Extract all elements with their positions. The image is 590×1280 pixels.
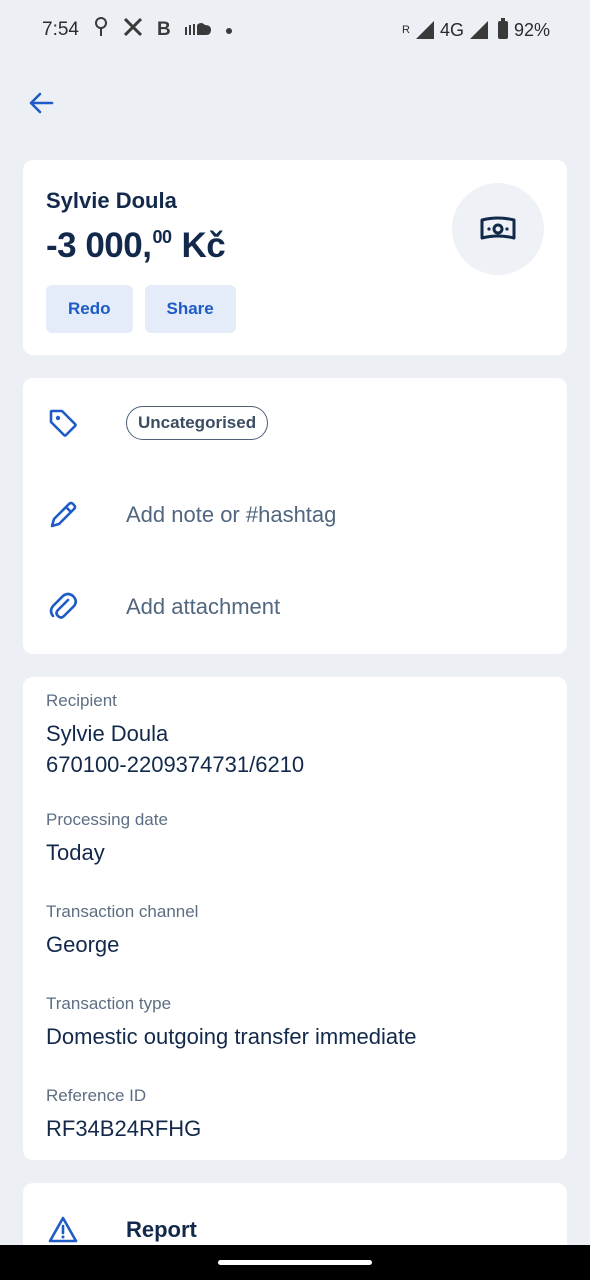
detail-label: Recipient <box>46 691 117 710</box>
transaction-details-card: Recipient Sylvie Doula 670100-2209374731… <box>23 677 567 1160</box>
note-placeholder[interactable]: Add note or #hashtag <box>126 502 336 528</box>
detail-value: George <box>46 932 120 957</box>
back-button[interactable] <box>26 88 56 118</box>
b-icon: B <box>156 19 171 40</box>
recipient-account: 670100-2209374731/6210 <box>46 752 305 777</box>
network-type: 4G <box>439 19 464 40</box>
transaction-type-avatar <box>452 183 544 275</box>
signal-icon <box>415 21 434 39</box>
attachment-label[interactable]: Add attachment <box>126 594 280 620</box>
detail-value: Domestic outgoing transfer immediate <box>46 1024 417 1049</box>
warning-icon <box>46 1213 80 1247</box>
recipient-name: Sylvie Doula <box>46 721 169 746</box>
detail-label: Transaction type <box>46 994 172 1013</box>
battery-level: 92% <box>513 19 550 40</box>
location-icon <box>93 16 109 44</box>
system-navigation-bar <box>0 1245 590 1280</box>
note-row[interactable]: Add note or #hashtag <box>46 498 544 532</box>
detail-channel: Transaction channel George <box>46 902 544 960</box>
cash-icon <box>480 216 516 240</box>
detail-value: RF34B24RFHG <box>46 1116 202 1141</box>
amount-cents: 00 <box>152 227 172 247</box>
dot-icon <box>225 19 233 41</box>
pencil-icon <box>46 498 80 532</box>
status-left: 7:54 B <box>42 16 233 44</box>
home-gesture-handle[interactable] <box>218 1260 372 1265</box>
paperclip-icon <box>46 590 80 624</box>
tag-icon <box>46 406 80 440</box>
detail-label: Processing date <box>46 810 168 829</box>
amount-currency: Kč <box>181 226 226 265</box>
transaction-header-card: Sylvie Doula -3 000,00 Kč Redo Share <box>23 160 567 355</box>
category-chip[interactable]: Uncategorised <box>126 406 269 440</box>
status-time: 7:54 <box>42 19 79 40</box>
header-button-row: Redo Share <box>46 285 236 333</box>
status-right: R 4G 92% <box>402 18 550 41</box>
roaming-indicator: R <box>402 24 410 36</box>
redo-button[interactable]: Redo <box>46 285 133 333</box>
detail-recipient: Recipient Sylvie Doula 670100-2209374731… <box>46 691 544 780</box>
share-button[interactable]: Share <box>144 285 236 333</box>
report-label[interactable]: Report <box>126 1217 197 1243</box>
battery-icon <box>497 18 508 39</box>
category-row[interactable]: Uncategorised <box>46 406 544 440</box>
attachment-row[interactable]: Add attachment <box>46 590 544 624</box>
x-logo-icon <box>123 17 143 43</box>
signal-icon-2 <box>469 21 488 39</box>
arrow-left-icon <box>29 92 54 114</box>
report-button[interactable]: Report <box>46 1213 544 1247</box>
detail-processing-date: Processing date Today <box>46 810 544 868</box>
detail-type: Transaction type Domestic outgoing trans… <box>46 994 544 1052</box>
detail-reference: Reference ID RF34B24RFHG <box>46 1086 544 1144</box>
status-bar: 7:54 B R 4G 92% <box>0 0 590 60</box>
amount-main: -3 000, <box>46 226 152 265</box>
detail-label: Transaction channel <box>46 902 199 921</box>
detail-label: Reference ID <box>46 1086 147 1105</box>
soundcloud-icon <box>184 19 211 41</box>
transaction-actions-card: Uncategorised Add note or #hashtag Add a… <box>23 378 567 654</box>
detail-value: Today <box>46 840 105 865</box>
